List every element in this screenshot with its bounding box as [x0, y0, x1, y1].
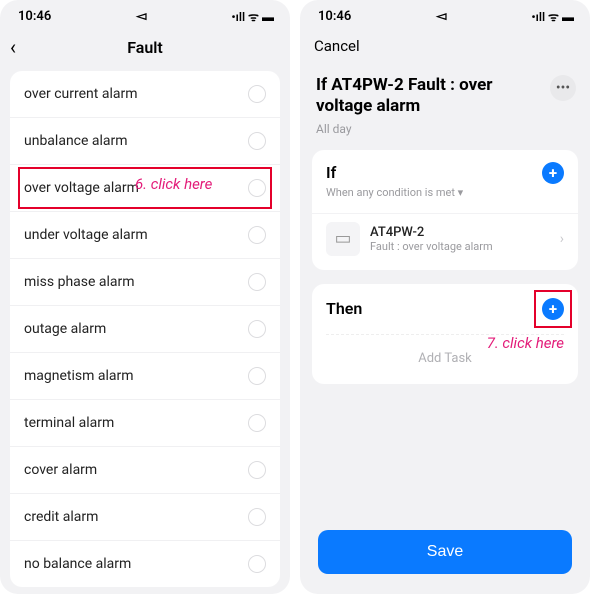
list-item-no-balance[interactable]: no balance alarm: [10, 541, 280, 587]
radio-icon[interactable]: [248, 132, 266, 150]
condition-text: AT4PW-2 Fault : over voltage alarm: [370, 225, 493, 253]
navbar: ‹ Fault: [0, 29, 290, 65]
then-title: Then: [326, 299, 362, 318]
list-item-miss-phase[interactable]: miss phase alarm: [10, 259, 280, 306]
radio-icon[interactable]: [248, 85, 266, 103]
automation-title: If AT4PW-2 Fault : over voltage alarm: [316, 75, 526, 118]
list-label: over current alarm: [24, 86, 137, 102]
then-add-button[interactable]: +: [542, 298, 564, 320]
device-icon: ▭: [326, 222, 360, 256]
radio-icon[interactable]: [248, 508, 266, 526]
list-label: credit alarm: [24, 509, 98, 525]
radio-icon[interactable]: [248, 461, 266, 479]
list-label: unbalance alarm: [24, 133, 128, 149]
cancel-button[interactable]: Cancel: [314, 37, 360, 55]
status-bar: 10:46 ◅ •ıll ᯤ ▬: [0, 0, 290, 29]
radio-icon[interactable]: [248, 179, 266, 197]
status-time: 10:46: [18, 9, 51, 24]
status-icons: •ıll ᯤ ▬: [231, 8, 274, 25]
list-label: no balance alarm: [24, 556, 131, 572]
chevron-right-icon: ›: [560, 231, 564, 247]
if-section: If + When any condition is met ▾ ▭ AT4PW…: [312, 150, 578, 270]
save-button[interactable]: Save: [318, 530, 572, 574]
list-label: miss phase alarm: [24, 274, 135, 290]
list-label: magnetism alarm: [24, 368, 134, 384]
list-item-magnetism[interactable]: magnetism alarm: [10, 353, 280, 400]
list-label: outage alarm: [24, 321, 106, 337]
list-item-under-voltage[interactable]: under voltage alarm: [10, 212, 280, 259]
phone-left: 10:46 ◅ •ıll ᯤ ▬ ‹ Fault over current al…: [0, 0, 290, 594]
list-label: cover alarm: [24, 462, 97, 478]
then-header: Then +: [312, 284, 578, 330]
device-desc: Fault : over voltage alarm: [370, 240, 493, 253]
radio-icon[interactable]: [248, 320, 266, 338]
list-item-outage[interactable]: outage alarm: [10, 306, 280, 353]
if-subtitle[interactable]: When any condition is met ▾: [312, 186, 578, 209]
annotation-text-7: 7. click here: [487, 334, 564, 352]
if-title: If: [326, 163, 336, 182]
automation-subtitle: All day: [316, 122, 574, 136]
list-item-cover[interactable]: cover alarm: [10, 447, 280, 494]
then-section: Then + 7. click here Add Task: [312, 284, 578, 384]
condition-item[interactable]: ▭ AT4PW-2 Fault : over voltage alarm ›: [312, 213, 578, 270]
if-header: If +: [312, 150, 578, 186]
radio-icon[interactable]: [248, 414, 266, 432]
annotation-text-6: 6. click here: [135, 175, 212, 193]
automation-header: If AT4PW-2 Fault : over voltage alarm Al…: [300, 65, 590, 144]
list-item-terminal[interactable]: terminal alarm: [10, 400, 280, 447]
radio-icon[interactable]: [248, 555, 266, 573]
status-icons: •ıll ᯤ ▬: [531, 8, 574, 25]
list-label: over voltage alarm: [24, 180, 139, 196]
status-loc-icon: ◅: [436, 9, 446, 24]
more-button[interactable]: •••: [550, 75, 576, 101]
list-item-credit[interactable]: credit alarm: [10, 494, 280, 541]
if-add-button[interactable]: +: [542, 162, 564, 184]
page-title: Fault: [127, 38, 163, 57]
radio-icon[interactable]: [248, 273, 266, 291]
device-name: AT4PW-2: [370, 225, 493, 240]
list-item-unbalance[interactable]: unbalance alarm: [10, 118, 280, 165]
back-icon[interactable]: ‹: [10, 35, 16, 59]
status-bar: 10:46 ◅ •ıll ᯤ ▬: [300, 0, 590, 29]
phone-right: 10:46 ◅ •ıll ᯤ ▬ Cancel If AT4PW-2 Fault…: [300, 0, 590, 594]
list-item-over-current[interactable]: over current alarm: [10, 71, 280, 118]
more-icon: •••: [556, 80, 570, 96]
navbar: Cancel: [300, 29, 590, 65]
status-loc-icon: ◅: [136, 9, 146, 24]
fault-list: over current alarm unbalance alarm over …: [10, 71, 280, 587]
radio-icon[interactable]: [248, 226, 266, 244]
list-label: under voltage alarm: [24, 227, 148, 243]
radio-icon[interactable]: [248, 367, 266, 385]
status-time: 10:46: [318, 9, 351, 24]
list-label: terminal alarm: [24, 415, 114, 431]
list-item-over-voltage[interactable]: over voltage alarm 6. click here: [10, 165, 280, 212]
